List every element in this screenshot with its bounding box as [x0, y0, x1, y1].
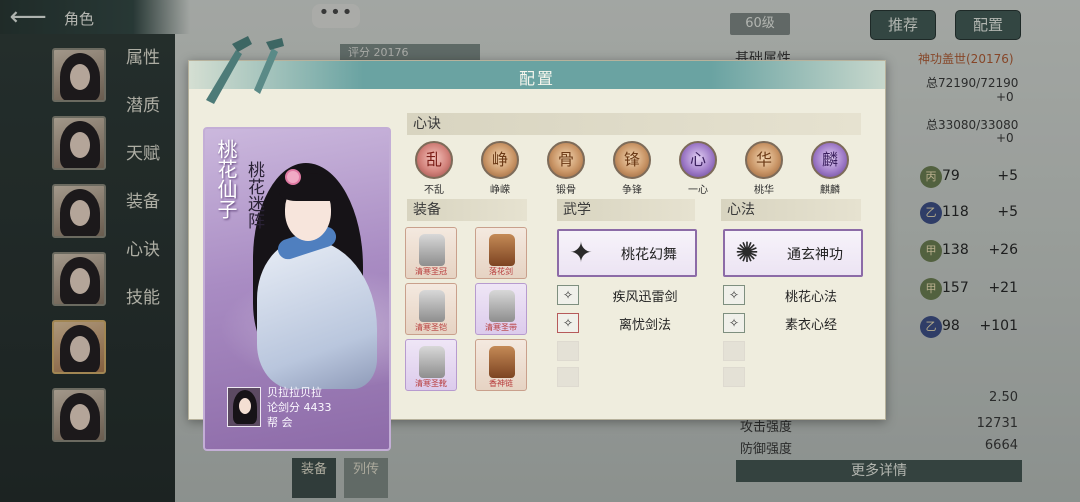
heart-label: 一心 [688, 185, 708, 196]
skill-name: 素衣心经 [784, 318, 837, 333]
method-main-name: 通玄神功 [787, 247, 843, 263]
equipment-grid: 清寒圣冠 落花剑 清寒圣铠 清寒圣带 清寒圣靴 香神链 [405, 225, 529, 395]
heart-label: 桃华 [754, 185, 774, 196]
method-skill-row[interactable]: ✧ 素衣心经 [723, 313, 863, 335]
equip-slot-armor[interactable]: 清寒圣铠 [405, 283, 457, 335]
heart-item[interactable]: 心 一心 [675, 141, 721, 196]
skill-icon: ✧ [723, 285, 745, 305]
heart-icon: 峥 [481, 141, 519, 179]
heart-label: 争锋 [622, 185, 642, 196]
method-section-header: 心法 [721, 199, 861, 221]
equip-slot-boots[interactable]: 清寒圣靴 [405, 339, 457, 391]
owner-name: 贝拉拉贝拉 [267, 386, 322, 399]
heart-item[interactable]: 锋 争锋 [609, 141, 655, 196]
heart-section-header: 心诀 [407, 113, 861, 135]
skill-icon: ✧ [723, 313, 745, 333]
belt-icon [489, 290, 515, 322]
equip-label: 落花剑 [489, 267, 513, 276]
heart-label: 麒麟 [820, 185, 840, 196]
martial-main-name: 桃花幻舞 [621, 247, 677, 263]
heart-label: 峥嵘 [490, 185, 510, 196]
meditation-icon: ✺ [735, 236, 759, 269]
equip-slot-belt[interactable]: 清寒圣带 [475, 283, 527, 335]
armor-icon [419, 290, 445, 322]
method-main-skill[interactable]: ✺ 通玄神功 [723, 229, 863, 277]
owner-score: 论剑分 4433 [267, 401, 332, 414]
heart-label: 不乱 [424, 185, 444, 196]
skill-name: 桃花心法 [784, 290, 837, 305]
character-formation: 桃花迷阵 [244, 161, 264, 229]
equip-slot-helmet[interactable]: 清寒圣冠 [405, 227, 457, 279]
heart-icon: 华 [745, 141, 783, 179]
owner-info: 贝拉拉贝拉 论剑分 4433 帮 会 [267, 385, 332, 430]
heart-icon: 锋 [613, 141, 651, 179]
skill-name: 离忧剑法 [618, 318, 671, 333]
equip-label: 清寒圣冠 [415, 267, 447, 276]
sword-ornament-icon [206, 36, 284, 104]
empty-slot [557, 341, 579, 361]
equip-label: 清寒圣铠 [415, 323, 447, 332]
heart-item[interactable]: 麟 麒麟 [807, 141, 853, 196]
heart-item[interactable]: 骨 锻骨 [543, 141, 589, 196]
config-modal: 配置 桃花仙子 桃花迷阵 贝拉拉贝拉 论剑分 4433 帮 会 心诀 乱 不乱 … [188, 60, 886, 451]
empty-slot [723, 367, 745, 387]
owner-avatar[interactable] [227, 387, 261, 427]
skill-name: 疾风迅雷剑 [612, 290, 678, 305]
owner-face [239, 398, 251, 414]
owner-guild: 帮 会 [267, 416, 293, 429]
method-empty-slot[interactable] [723, 367, 863, 389]
heart-icon: 乱 [415, 141, 453, 179]
method-skill-row[interactable]: ✧ 桃花心法 [723, 285, 863, 307]
martial-main-skill[interactable]: ✦ 桃花幻舞 [557, 229, 697, 277]
equip-label: 香神链 [489, 379, 513, 388]
necklace-icon [489, 346, 515, 378]
equip-slot-weapon[interactable]: 落花剑 [475, 227, 527, 279]
method-empty-slot[interactable] [723, 341, 863, 363]
sword-icon [489, 234, 515, 266]
martial-skill-row[interactable]: ✧ 疾风迅雷剑 [557, 285, 697, 307]
equip-label: 清寒圣靴 [415, 379, 447, 388]
heart-icon: 骨 [547, 141, 585, 179]
flower-ornament-icon [285, 169, 301, 185]
modal-title: 配置 [518, 69, 555, 88]
helmet-icon [419, 234, 445, 266]
empty-slot [723, 341, 745, 361]
equip-slot-necklace[interactable]: 香神链 [475, 339, 527, 391]
heart-icon: 麟 [811, 141, 849, 179]
martial-empty-slot[interactable] [557, 341, 697, 363]
heart-item[interactable]: 乱 不乱 [411, 141, 457, 196]
boots-icon [419, 346, 445, 378]
martial-section-header: 武学 [557, 199, 695, 221]
skill-icon: ✧ [557, 313, 579, 333]
equipment-section-header: 装备 [407, 199, 527, 221]
heart-label: 锻骨 [556, 185, 576, 196]
martial-empty-slot[interactable] [557, 367, 697, 389]
heart-list: 乱 不乱 峥 峥嵘 骨 锻骨 锋 争锋 心 一心 华 桃华 麟 麒麟 [411, 141, 857, 197]
empty-slot [557, 367, 579, 387]
martial-skill-row[interactable]: ✧ 离忧剑法 [557, 313, 697, 335]
heart-icon: 心 [679, 141, 717, 179]
skill-icon: ✧ [557, 285, 579, 305]
heart-item[interactable]: 峥 峥嵘 [477, 141, 523, 196]
heart-item[interactable]: 华 桃华 [741, 141, 787, 196]
equip-label: 清寒圣带 [485, 323, 517, 332]
dancer-icon: ✦ [569, 236, 593, 269]
character-card: 桃花仙子 桃花迷阵 贝拉拉贝拉 论剑分 4433 帮 会 [203, 127, 391, 451]
character-name: 桃花仙子 [214, 139, 238, 219]
